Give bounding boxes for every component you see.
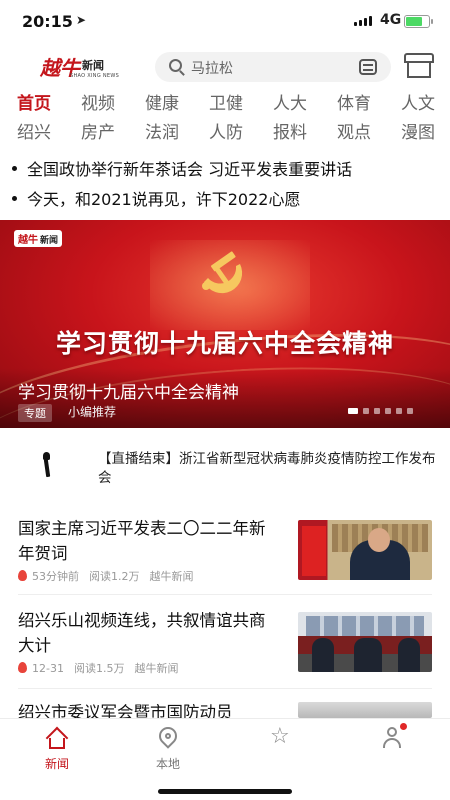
channel-tabs-row1: 首页 视频 健康 卫健 人大 体育 人文 [0,89,450,117]
bottom-tab-bar: 新闻 本地 ☆ [0,718,450,800]
tab-r1-3[interactable]: 卫健 [200,89,252,114]
pin-icon [155,723,181,749]
location-arrow-icon: ➤ [76,13,87,27]
carousel-indicator [348,408,413,414]
banner-logo: 越牛 新闻 [14,230,63,247]
news-time: 12-31 [32,662,64,675]
divider [18,594,432,595]
tab-label: 本地 [155,757,180,771]
carousel-dot [396,408,402,414]
tab-r2-5[interactable]: 观点 [328,118,380,143]
tab-r1-2[interactable]: 健康 [136,89,188,114]
notification-dot [400,723,407,730]
fire-icon [18,662,27,673]
news-title: 国家主席习近平发表二〇二二年新年贺词 [18,519,266,563]
news-title: 绍兴乐山视频连线，共叙情谊共商大计 [18,611,266,655]
network-label: 4G [380,12,402,28]
banner-tag: 专题 [18,404,52,422]
news-source: 越牛新闻 [134,662,179,675]
bullet-icon [12,196,17,201]
tab-r2-2[interactable]: 法润 [136,118,188,143]
tab-r2-6[interactable]: 漫图 [392,118,444,143]
tab-r2-4[interactable]: 报料 [264,118,316,143]
news-thumbnail [298,702,432,718]
live-notice[interactable]: 【直播结束】浙江省新型冠状病毒肺炎疫情防控工作发布会 [0,448,450,488]
status-bar: 20:15 ➤ 4G [0,0,450,44]
banner-source: 小编推荐 [68,405,117,419]
banner-headline: 学习贯彻十九届六中全会精神 [55,329,394,358]
logo-suffix: 新闻 [82,59,104,72]
live-notice-text: 【直播结束】浙江省新型冠状病毒肺炎疫情防控工作发布会 [98,451,436,486]
feature-banner[interactable]: 越牛 新闻 学习贯彻十九届六中全会精神 学习贯彻十九届六中全会精神 专题 小编推荐 [0,220,450,428]
carousel-dot [407,408,413,414]
tab-r1-1[interactable]: 视频 [72,89,124,114]
tab-r2-3[interactable]: 人防 [200,118,252,143]
banner-logo-brand: 越牛 [18,235,38,246]
carousel-dot [348,408,358,414]
carousel-dot [385,408,391,414]
tab-r1-5[interactable]: 体育 [328,89,380,114]
star-icon: ☆ [270,724,290,749]
home-indicator [158,789,292,794]
store-icon[interactable] [404,53,434,79]
tab-r1-0[interactable]: 首页 [8,89,60,114]
status-time: 20:15 [22,12,73,31]
divider [18,688,432,689]
microphone-icon [42,452,52,478]
search-icon [169,59,182,72]
tab-r1-6[interactable]: 人文 [392,89,444,114]
signal-icon [354,16,372,26]
news-reads: 阅读1.2万 [89,570,140,583]
headline-text: 今天，和2021说再见，许下2022心愿 [27,190,301,209]
news-reads: 阅读1.5万 [73,662,125,675]
news-meta: 12-31 阅读1.5万 越牛新闻 [18,660,178,676]
user-icon [382,727,402,749]
app-logo[interactable]: 越牛 新闻 SHAO XING NEWS [40,52,119,82]
carousel-dot [363,408,369,414]
fire-icon [18,570,27,581]
search-bar[interactable]: 马拉松 [155,52,391,82]
channel-tabs-row2: 绍兴 房产 法润 人防 报料 观点 漫图 [0,118,450,146]
headline-item[interactable]: 今天，和2021说再见，许下2022心愿 [12,186,442,210]
carousel-dot [374,408,380,414]
search-placeholder: 马拉松 [191,61,233,77]
tab-label: 新闻 [44,757,69,771]
hammer-sickle-icon [202,251,243,294]
banner-logo-suffix: 新闻 [40,236,59,246]
headline-item[interactable]: 全国政协举行新年茶话会 习近平发表重要讲话 [12,156,442,180]
app-header: 越牛 新闻 SHAO XING NEWS 马拉松 [0,44,450,88]
news-time: 53分钟前 [32,570,79,583]
battery-icon [404,15,433,28]
tab-r2-1[interactable]: 房产 [72,118,124,143]
news-thumbnail [298,612,432,672]
tab-r2-0[interactable]: 绍兴 [8,118,60,143]
news-meta: 53分钟前 阅读1.2万 越牛新闻 [18,568,194,584]
banner-caption: 学习贯彻十九届六中全会精神 [18,383,239,403]
scan-icon[interactable] [359,59,377,75]
tab-r1-4[interactable]: 人大 [264,89,316,114]
logo-subtitle: SHAO XING NEWS [70,73,120,79]
news-thumbnail [298,520,432,580]
news-source: 越牛新闻 [149,570,194,583]
headline-text: 全国政协举行新年茶话会 习近平发表重要讲话 [27,160,353,179]
home-icon [45,726,69,750]
bullet-icon [12,166,17,171]
